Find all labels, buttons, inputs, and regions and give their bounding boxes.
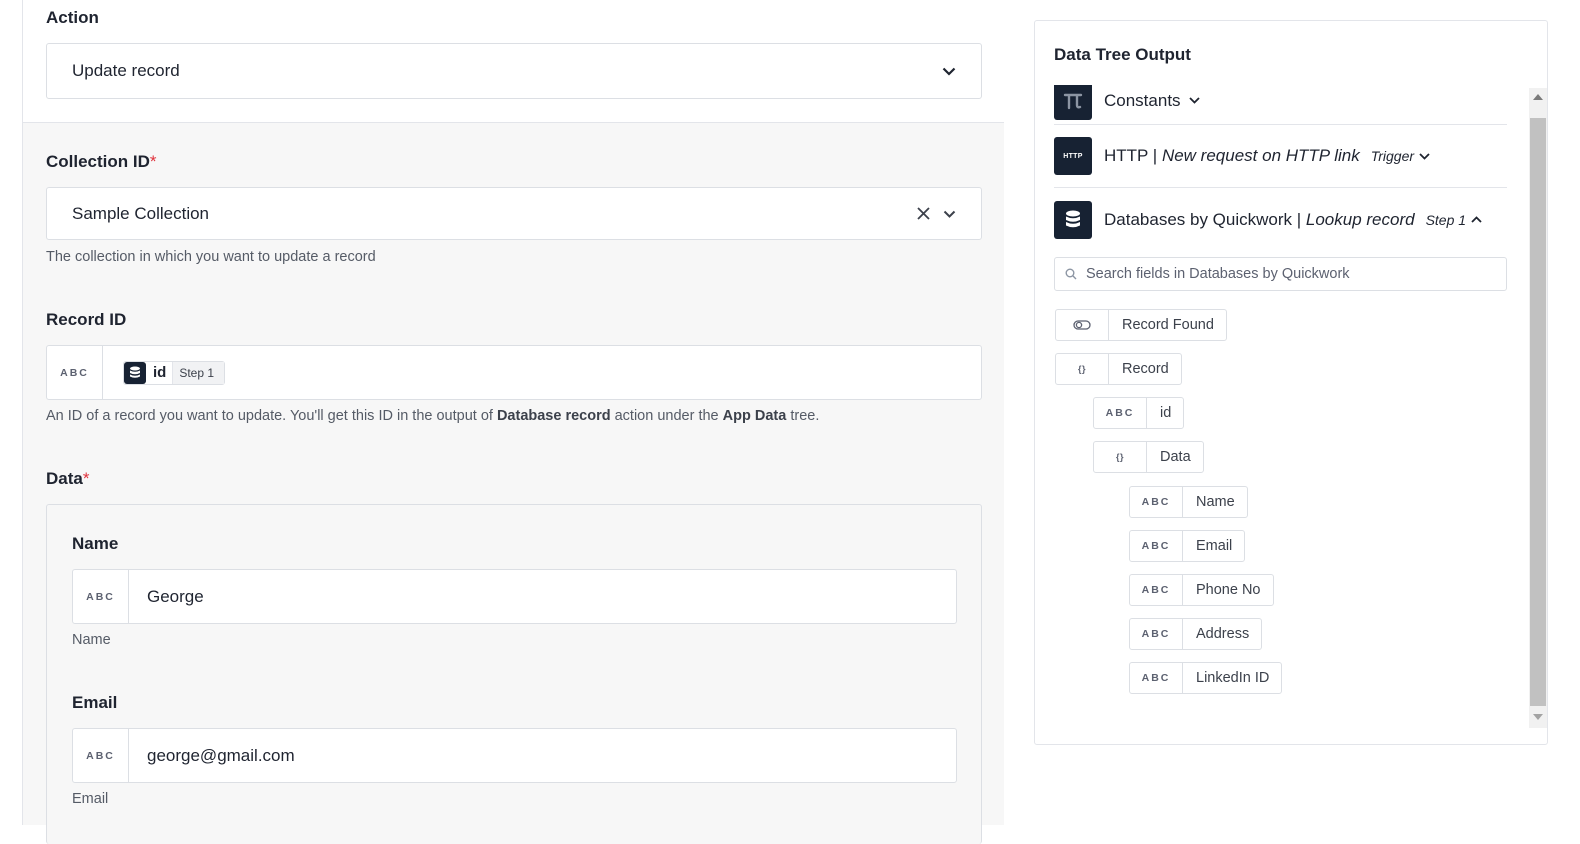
type-badge: ABC: [1130, 663, 1183, 693]
data-tree-panel: Data Tree Output Constants HTTP HTTP | N…: [1034, 20, 1548, 745]
chevron-down-icon[interactable]: [939, 204, 959, 224]
app-action: New request on HTTP link: [1161, 146, 1360, 165]
tree-scrollbar[interactable]: [1529, 88, 1547, 728]
email-input[interactable]: ABC george@gmail.com: [72, 728, 957, 783]
node-label: Phone No: [1196, 582, 1261, 598]
database-icon: [124, 361, 146, 384]
search-icon: [1065, 268, 1077, 280]
node-label: Address: [1196, 626, 1250, 642]
node-label: Record Found: [1122, 317, 1214, 333]
token-name: id: [153, 364, 167, 381]
app-tag: Trigger: [1370, 148, 1415, 164]
toggle-icon: [1056, 310, 1109, 340]
type-badge: ABC: [1130, 619, 1183, 649]
node-label: LinkedIn ID: [1196, 670, 1270, 686]
action-section: Action Update record: [23, 0, 1004, 123]
node-label: Name: [1196, 494, 1235, 510]
tree-node-record-found[interactable]: Record Found: [1055, 309, 1227, 341]
type-badge: ABC: [1130, 487, 1183, 517]
scroll-up-icon[interactable]: [1533, 94, 1543, 100]
tree-search-input[interactable]: [1054, 257, 1507, 291]
type-badge: ABC: [73, 729, 129, 782]
record-id-token[interactable]: id Step 1: [123, 360, 226, 385]
email-field-label: Email: [72, 693, 118, 712]
record-id-help-text: An ID of a record you want to update. Yo…: [46, 408, 820, 424]
type-badge: ABC: [47, 346, 103, 399]
object-type-icon: {}: [1056, 354, 1109, 384]
chevron-down-icon[interactable]: [1419, 152, 1430, 160]
chevron-up-icon[interactable]: [1471, 216, 1482, 223]
tree-node-id[interactable]: ABC id: [1093, 397, 1185, 429]
data-fields-card: Name ABC George Name Email ABC george@gm…: [46, 504, 982, 844]
record-id-label: Record ID: [46, 310, 127, 329]
collection-help-text: The collection in which you want to upda…: [46, 249, 376, 265]
name-field-label: Name: [72, 534, 119, 553]
http-icon: HTTP: [1054, 137, 1092, 175]
tree-node-data[interactable]: {} Data: [1093, 441, 1204, 473]
collection-id-label: Collection ID*: [46, 152, 157, 171]
type-badge: ABC: [1130, 575, 1183, 605]
tree-app-constants[interactable]: Constants: [1054, 85, 1507, 125]
data-label: Data*: [46, 469, 90, 488]
node-label: Record: [1122, 361, 1169, 377]
tree-node-phone[interactable]: ABC Phone No: [1129, 574, 1274, 606]
record-id-input[interactable]: ABC id Step 1: [46, 345, 982, 400]
database-icon: [1054, 200, 1092, 239]
node-label: Data: [1160, 449, 1191, 465]
type-badge: ABC: [1130, 531, 1183, 561]
email-input-value[interactable]: george@gmail.com: [129, 729, 956, 782]
action-label: Action: [46, 8, 99, 27]
email-help-text: Email: [72, 791, 109, 807]
pi-icon: [1054, 85, 1092, 120]
token-step: Step 1: [172, 361, 225, 384]
data-tree-title: Data Tree Output: [1054, 45, 1191, 64]
form-body: Collection ID* Sample Collection The col…: [23, 123, 1004, 844]
action-config-pane: Action Update record Collection ID* Samp…: [22, 0, 1004, 844]
object-type-icon: {}: [1094, 442, 1147, 472]
collection-id-select[interactable]: Sample Collection: [46, 187, 982, 240]
tree-app-databases[interactable]: Databases by Quickwork | Lookup record S…: [1054, 188, 1507, 251]
app-name: Databases by Quickwork |: [1104, 209, 1306, 229]
name-input-value[interactable]: George: [129, 570, 956, 623]
tree-node-name[interactable]: ABC Name: [1129, 486, 1248, 518]
scroll-thumb[interactable]: [1530, 118, 1546, 706]
scroll-down-icon[interactable]: [1533, 714, 1543, 720]
name-input[interactable]: ABC George: [72, 569, 957, 624]
tree-node-record[interactable]: {} Record: [1055, 353, 1182, 385]
app-action: Lookup record: [1305, 209, 1415, 229]
collection-select-value: Sample Collection: [72, 203, 210, 223]
type-badge: ABC: [73, 570, 129, 623]
type-badge: ABC: [1094, 398, 1147, 428]
required-mark: *: [149, 152, 157, 171]
node-label: Email: [1196, 538, 1233, 554]
name-help-text: Name: [72, 632, 111, 648]
node-label: id: [1160, 405, 1172, 421]
action-select[interactable]: Update record: [46, 43, 982, 99]
required-mark: *: [82, 469, 90, 488]
app-name: Constants: [1104, 90, 1181, 110]
app-tag: Step 1: [1425, 211, 1467, 228]
tree-node-address[interactable]: ABC Address: [1129, 618, 1263, 650]
action-select-value: Update record: [72, 61, 180, 80]
app-name: HTTP |: [1104, 146, 1162, 165]
tree-search-field[interactable]: [1086, 266, 1506, 282]
tree-node-linkedin[interactable]: ABC LinkedIn ID: [1129, 662, 1283, 694]
tree-node-email[interactable]: ABC Email: [1129, 530, 1246, 562]
clear-icon[interactable]: [913, 204, 933, 224]
chevron-down-icon[interactable]: [1188, 97, 1200, 104]
chevron-down-icon[interactable]: [939, 61, 959, 81]
tree-app-http[interactable]: HTTP HTTP | New request on HTTP link Tri…: [1054, 125, 1507, 188]
